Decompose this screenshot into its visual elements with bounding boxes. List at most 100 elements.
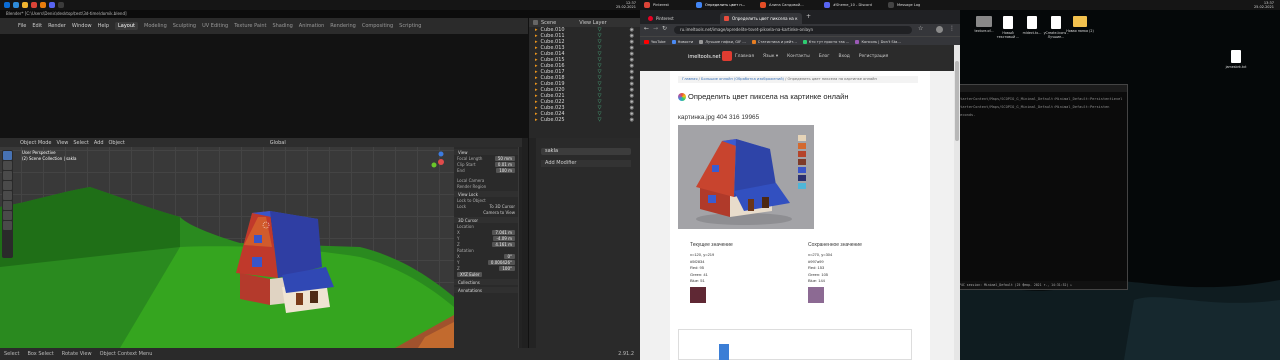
task-message-log[interactable]: Message Log [897, 3, 937, 7]
nav-contacts[interactable]: Контакты [787, 54, 810, 59]
workspace-scripting[interactable]: Scripting [399, 23, 421, 29]
workspace-uv[interactable]: UV Editing [202, 23, 228, 29]
vp-menu-add[interactable]: Add [94, 140, 104, 146]
swatch[interactable] [798, 167, 806, 173]
menu-help[interactable]: Help [98, 23, 109, 29]
image-preview[interactable] [678, 125, 814, 229]
move-tool-icon[interactable] [3, 171, 12, 180]
task-discord[interactable]: #Sheme_10 - Discord [833, 3, 885, 7]
terminal-titlebar[interactable] [955, 85, 1127, 92]
outliner[interactable]: Scene View Layer ▸ Cube.010 ▽ ◉ ▸ Cube.011 ▽ ◉ ▸… [528, 18, 640, 138]
discord-icon[interactable] [49, 2, 55, 8]
folder-icon[interactable] [22, 2, 28, 8]
bookmark-gifs[interactable]: Лучшие гифки, GIF ... [699, 39, 746, 44]
properties-tabs[interactable] [529, 138, 536, 348]
add-modifier-button[interactable]: Add Modifier [541, 160, 631, 167]
mode-select[interactable]: Object Mode [20, 140, 52, 146]
annotations-section[interactable]: Annotations [454, 287, 518, 293]
clip-end-field[interactable]: End 100 m [454, 167, 518, 173]
cursor-x-field[interactable]: X 7.041 m [454, 229, 518, 235]
render-region-checkbox[interactable]: Render Region [454, 183, 518, 189]
local-camera-field[interactable]: Local Camera [454, 177, 518, 183]
workspace-layout[interactable]: Layout [115, 22, 138, 30]
desktop-icon-folder[interactable]: Новая папка (2) [1066, 16, 1094, 33]
visibility-icon[interactable]: ◉ [630, 117, 634, 123]
reload-icon[interactable]: ↻ [662, 25, 667, 32]
scale-tool-icon[interactable] [3, 191, 12, 200]
to-3d-cursor-checkbox[interactable]: Lock To 3D Cursor [454, 203, 518, 209]
rot-z-field[interactable]: Z 100° [454, 265, 518, 271]
avatar[interactable] [936, 26, 943, 33]
camera-to-view-checkbox[interactable]: Camera to View [454, 209, 518, 215]
transform-tool-icon[interactable] [3, 201, 12, 210]
scene-label[interactable]: Scene [541, 20, 556, 26]
nav-login[interactable]: Вход [839, 54, 850, 59]
explorer-icon[interactable] [13, 2, 19, 8]
lock-to-object-field[interactable]: Lock to Object [454, 197, 518, 203]
breadcrumb-category[interactable]: Большие онлайн (Обработка изображений) [701, 77, 784, 81]
rot-y-field[interactable]: Y 0.000426° [454, 259, 518, 265]
rotate-tool-icon[interactable] [3, 181, 12, 190]
task-pinterest[interactable]: Pinterest [653, 3, 693, 7]
chrome-task-icon[interactable] [696, 2, 702, 8]
view-layer-label[interactable]: View Layer [579, 20, 606, 26]
tab-pixel-color[interactable]: Определить цвет пиксела на к [720, 13, 802, 24]
cursor-tool-icon[interactable] [3, 161, 12, 170]
bookmark-news[interactable]: Новости [671, 39, 693, 44]
navigation-gizmo[interactable] [430, 151, 452, 173]
clip-start-field[interactable]: Clip Start 0.01 m [454, 161, 518, 167]
back-icon[interactable]: ← [644, 25, 649, 32]
properties-editor[interactable]: sakla Add Modifier [528, 138, 640, 348]
cursor-y-field[interactable]: Y -4.09 m [454, 235, 518, 241]
start-icon[interactable] [4, 2, 10, 8]
menu-window[interactable]: Window [72, 23, 92, 29]
workspace-sculpting[interactable]: Sculpting [173, 23, 196, 29]
menu-icon[interactable]: ⋮ [949, 25, 955, 32]
ad-block[interactable] [678, 329, 912, 360]
workspace-animation[interactable]: Animation [299, 23, 325, 29]
swatch[interactable] [798, 143, 806, 149]
swatch[interactable] [798, 159, 806, 165]
pinterest-task-icon[interactable] [644, 2, 650, 8]
log-task-icon[interactable] [888, 2, 894, 8]
rot-x-field[interactable]: X 0° [454, 253, 518, 259]
select-tool-icon[interactable] [3, 151, 12, 160]
nav-home[interactable]: Главная [735, 54, 754, 59]
outliner-item[interactable]: ▸ Cube.025 ▽ ◉ [535, 117, 640, 123]
measure-tool-icon[interactable] [3, 221, 12, 230]
star-icon[interactable]: ☆ [918, 25, 923, 32]
bookmark-console[interactable]: Консоль | Don't Sta... [855, 39, 901, 44]
rotation-mode-field[interactable]: XYZ Euler [454, 271, 518, 277]
focal-length-field[interactable]: Focal Length 50 mm [454, 155, 518, 161]
swatch[interactable] [798, 135, 806, 141]
desktop-icon-jamesbrk[interactable]: jamesbrk.txt [1222, 50, 1250, 69]
workspace-modeling[interactable]: Modeling [144, 23, 167, 29]
discord-task-icon[interactable] [824, 2, 830, 8]
nav-language[interactable]: Язык ▾ [763, 54, 778, 59]
site-logo-cube-icon[interactable] [722, 51, 732, 61]
workspace-shading[interactable]: Shading [272, 23, 292, 29]
page-scrollbar[interactable] [954, 45, 960, 360]
3d-viewport[interactable]: Object Mode View Select Add Object Globa… [0, 138, 522, 348]
timeline-area[interactable] [0, 34, 528, 138]
n-panel-tabs[interactable] [519, 147, 522, 348]
blender-icon[interactable] [40, 2, 46, 8]
collections-section[interactable]: Collections [454, 279, 518, 285]
cursor-z-field[interactable]: Z 4.161 m [454, 241, 518, 247]
site-logo[interactable]: imeltools.net [688, 54, 721, 60]
unreal-icon[interactable] [58, 2, 64, 8]
chrome-icon[interactable] [31, 2, 37, 8]
transform-orientation[interactable]: Global [270, 140, 286, 146]
properties-search[interactable]: sakla [541, 148, 631, 155]
vp-menu-view[interactable]: View [57, 140, 69, 146]
menu-render[interactable]: Render [48, 23, 66, 29]
bookmark-who[interactable]: Кто тут просто так ... [802, 39, 849, 44]
breadcrumb-home[interactable]: Главная [682, 77, 698, 81]
task-chrome[interactable]: Определить цвет п... [705, 3, 757, 7]
vp-menu-object[interactable]: Object [109, 140, 125, 146]
nav-blog[interactable]: Блог [819, 54, 830, 59]
menu-file[interactable]: File [18, 23, 26, 29]
browser-task-icon[interactable] [760, 2, 766, 8]
new-tab-button[interactable]: + [806, 13, 811, 20]
workspace-compositing[interactable]: Compositing [362, 23, 393, 29]
